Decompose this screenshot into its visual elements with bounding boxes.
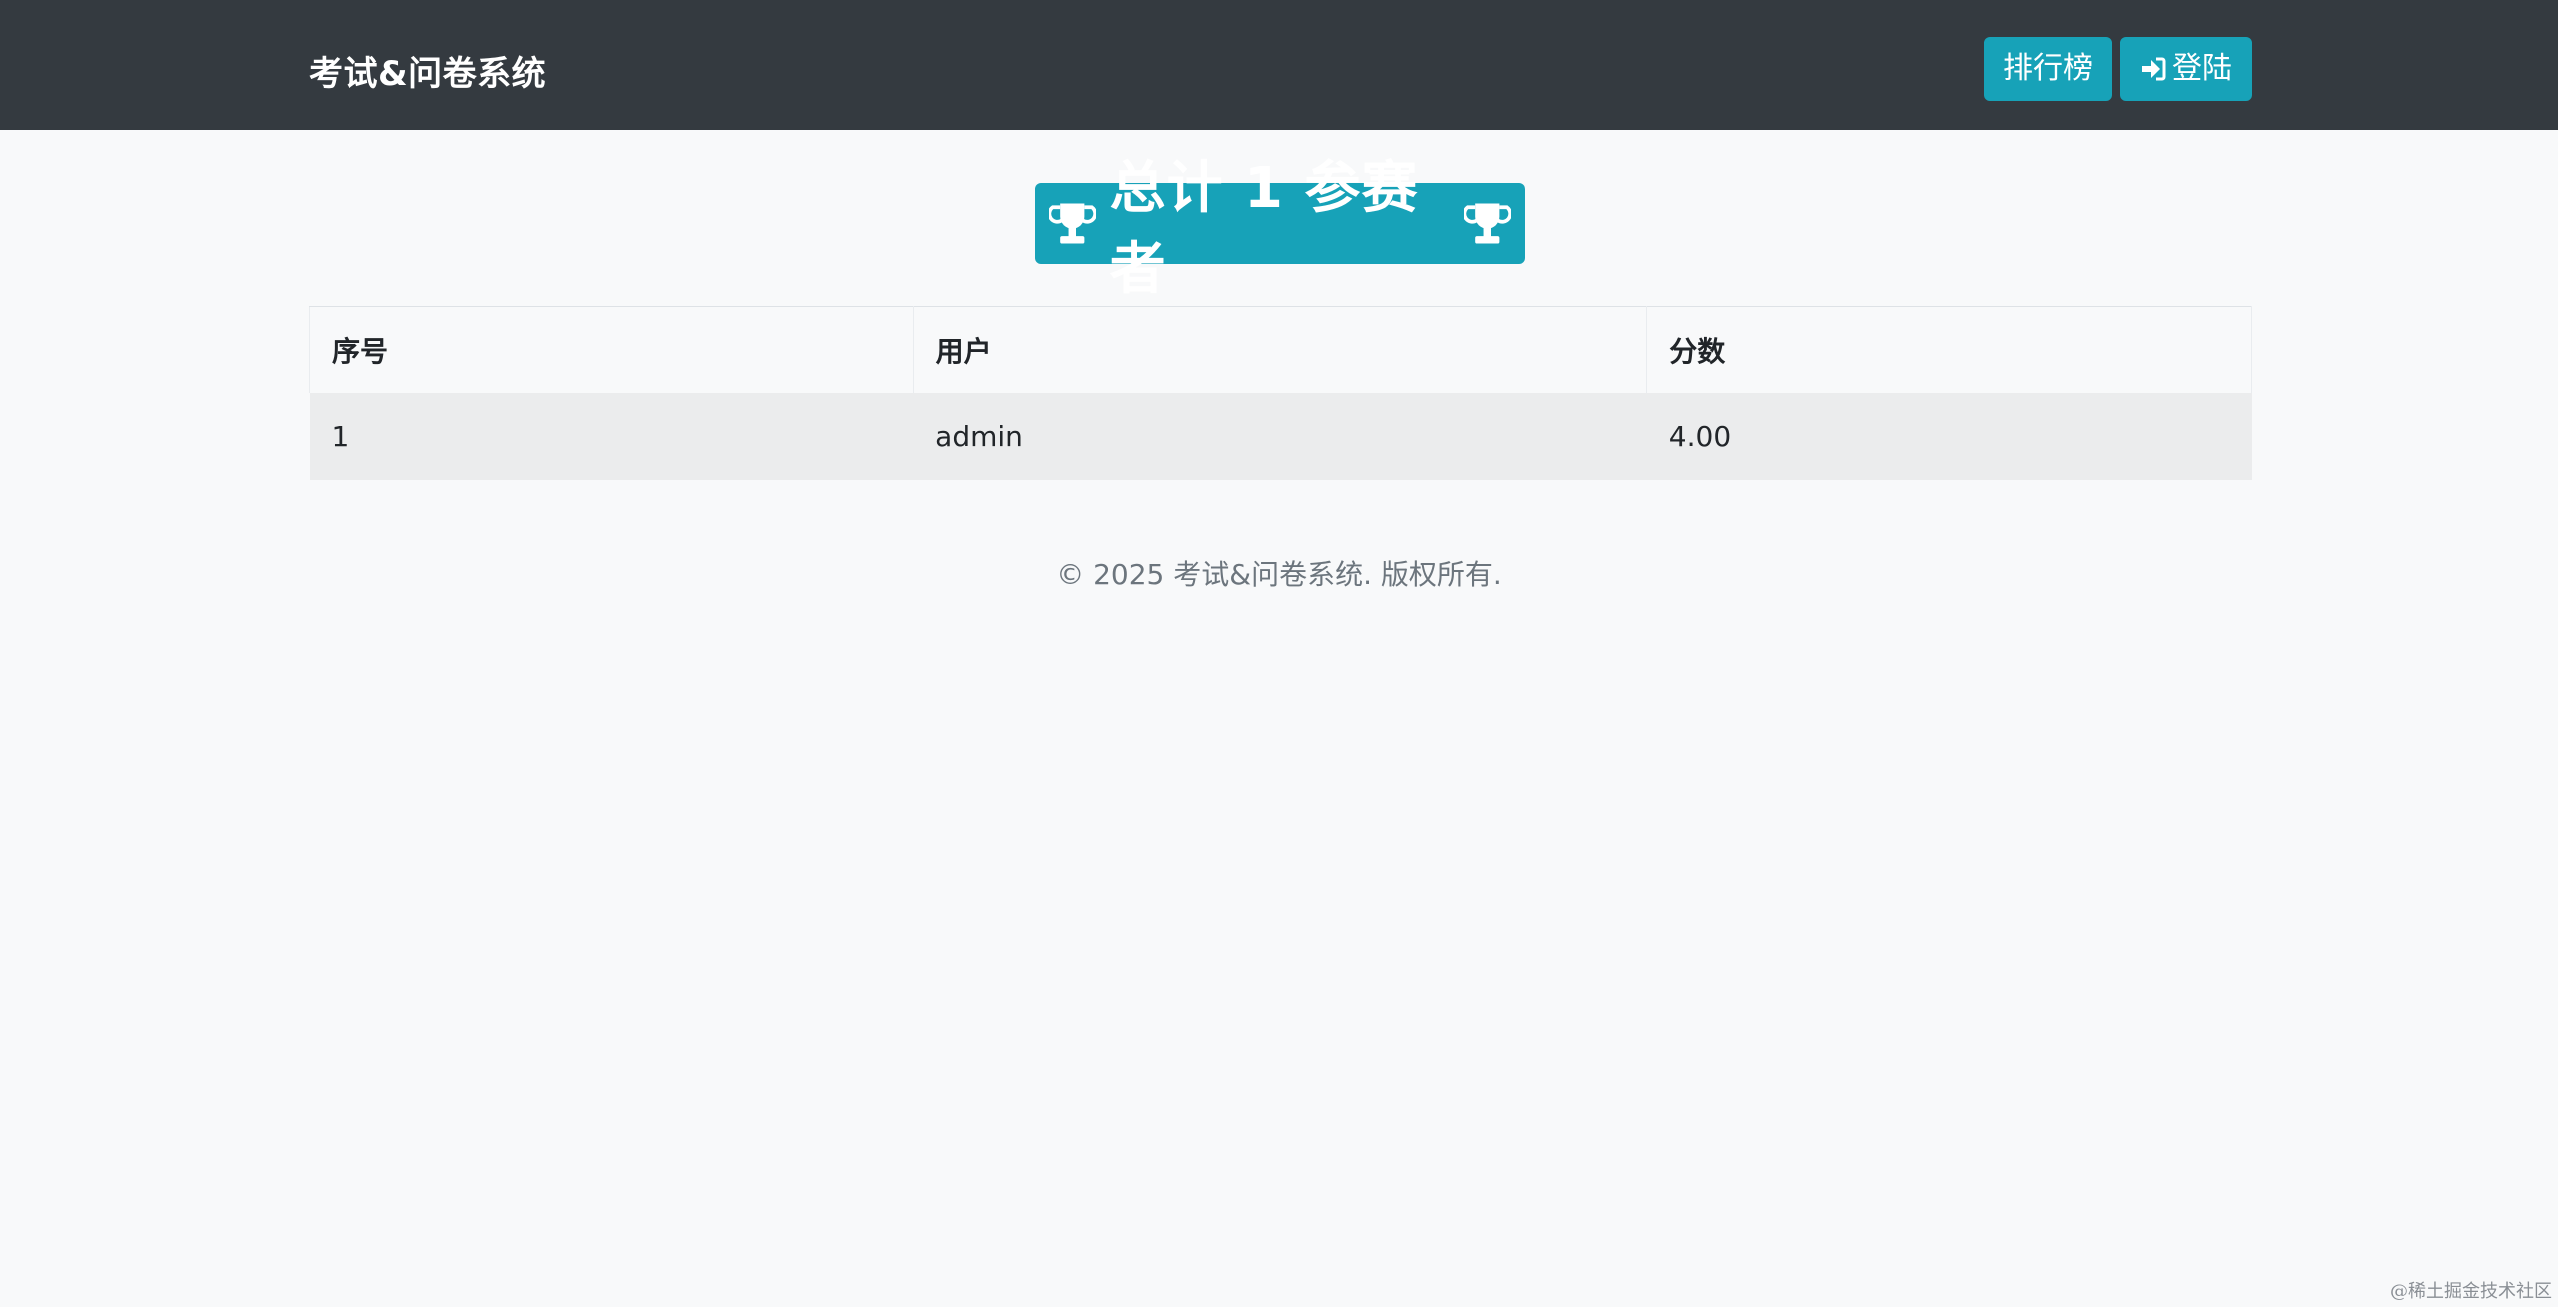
cell-score: 4.00 xyxy=(1668,419,1732,453)
leaderboard-table: 序号 用户 分数 1 admin 4.00 xyxy=(309,306,2252,480)
participant-count-banner: 总计 1 参赛者 xyxy=(1035,156,1525,302)
login-button-label: 登陆 xyxy=(2172,51,2232,86)
footer-copyright: © 2025 考试&问卷系统. 版权所有. xyxy=(1056,558,1502,591)
cell-user: admin xyxy=(935,419,1023,453)
brand-title[interactable]: 考试&问卷系统 xyxy=(309,52,546,96)
column-header-user: 用户 xyxy=(912,306,1648,393)
column-header-index: 序号 xyxy=(309,306,914,393)
table-row: 1 admin 4.00 xyxy=(309,392,2252,480)
table-header-row: 序号 用户 分数 xyxy=(309,306,2252,393)
trophy-icon xyxy=(1464,203,1511,244)
watermark: @稀土掘金技术社区 xyxy=(2390,1281,2552,1302)
column-header-score: 分数 xyxy=(1646,306,2252,393)
top-navbar: 考试&问卷系统 排行榜 登陆 xyxy=(0,0,2558,130)
leaderboard-button[interactable]: 排行榜 xyxy=(1984,37,2112,101)
cell-index: 1 xyxy=(331,419,350,453)
banner-text: 总计 1 参赛者 xyxy=(1109,155,1419,302)
sign-in-icon xyxy=(2142,57,2166,81)
login-button[interactable]: 登陆 xyxy=(2120,37,2252,101)
leaderboard-button-label: 排行榜 xyxy=(2003,51,2093,86)
trophy-icon xyxy=(1049,203,1096,244)
